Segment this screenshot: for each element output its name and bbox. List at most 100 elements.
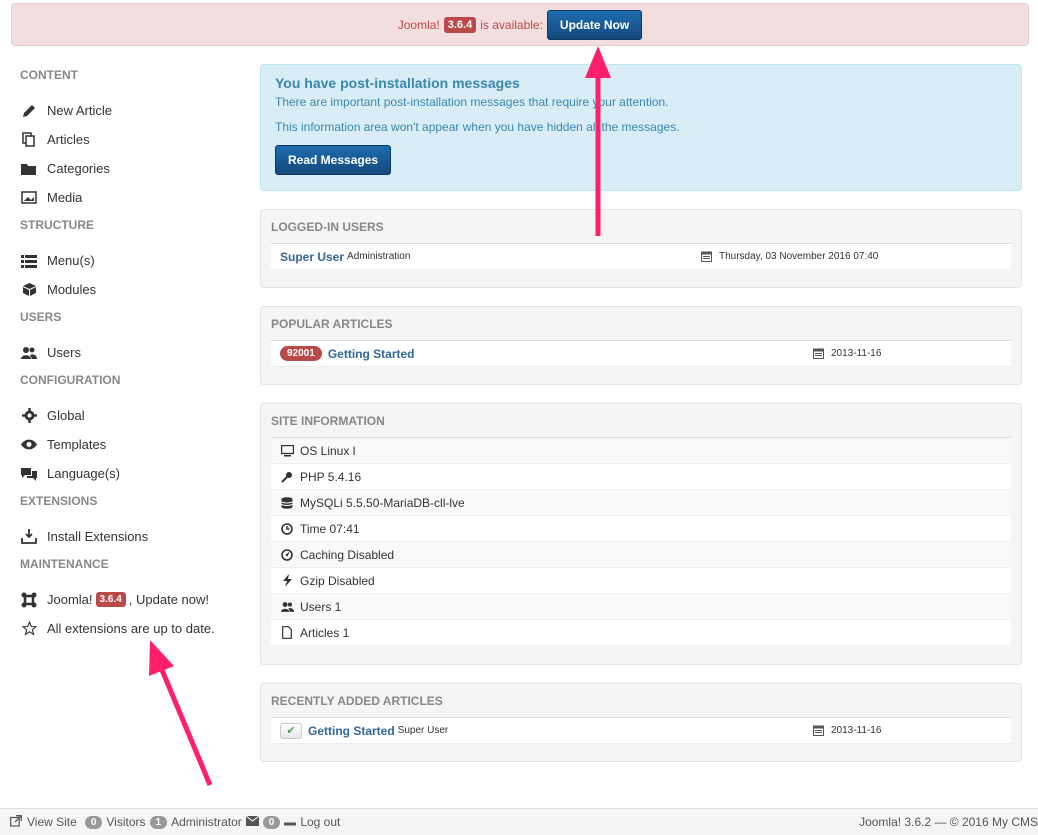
panel-title: LOGGED-IN USERS bbox=[271, 210, 1011, 244]
copyright-text: Joomla! 3.6.2 — © 2016 My CMS bbox=[859, 815, 1038, 829]
post-install-title: You have post-installation messages bbox=[275, 75, 520, 91]
file-icon bbox=[280, 626, 294, 639]
upload-icon bbox=[20, 529, 38, 545]
sidebar-item-menus[interactable]: Menu(s) bbox=[20, 246, 250, 275]
site-information-panel: SITE INFORMATION OS Linux l PHP 5.4.16 M… bbox=[260, 403, 1022, 665]
login-date-text: Thursday, 03 November 2016 07:40 bbox=[719, 251, 879, 262]
sidebar-item-label-after: , Update now! bbox=[128, 592, 209, 607]
site-info-text: Articles 1 bbox=[300, 625, 350, 640]
sidebar-item-label: Modules bbox=[47, 282, 97, 297]
comments-icon bbox=[20, 466, 38, 482]
admin-count-badge: 1 bbox=[149, 815, 168, 829]
sidebar-item-global[interactable]: Global bbox=[20, 401, 250, 430]
logout-link[interactable]: Log out bbox=[300, 815, 340, 829]
logged-in-users-panel: LOGGED-IN USERS Super User Administratio… bbox=[260, 209, 1022, 288]
view-site-link[interactable]: View Site bbox=[27, 815, 77, 829]
sidebar-item-categories[interactable]: Categories bbox=[20, 154, 250, 183]
nav-header-structure: STRUCTURE bbox=[20, 218, 94, 232]
article-link[interactable]: Getting Started bbox=[308, 724, 395, 738]
calendar-icon bbox=[811, 725, 825, 736]
sidebar-item-label: Articles bbox=[47, 132, 90, 147]
clock-icon bbox=[280, 522, 294, 535]
sidebar-item-label: Menu(s) bbox=[47, 253, 95, 268]
site-info-text: Time 07:41 bbox=[300, 521, 360, 536]
visitors-label: Visitors bbox=[106, 815, 146, 829]
update-available-bar: Joomla! 3.6.4 is available: Update Now bbox=[11, 3, 1029, 46]
sidebar-item-articles[interactable]: Articles bbox=[20, 125, 250, 154]
nav-header-content: CONTENT bbox=[20, 68, 78, 82]
list-item: OS Linux l bbox=[271, 438, 1011, 464]
nav-header-users: USERS bbox=[20, 310, 62, 324]
version-badge: 3.6.4 bbox=[443, 16, 477, 33]
sidebar-item-label: Users bbox=[47, 345, 81, 360]
nav-header-configuration: CONFIGURATION bbox=[20, 373, 121, 387]
article-date-text: 2013-11-16 bbox=[831, 725, 882, 736]
article-link[interactable]: Getting Started bbox=[328, 347, 415, 361]
dashboard-icon bbox=[280, 548, 294, 561]
user-role: Administration bbox=[347, 251, 411, 262]
users-icon bbox=[280, 601, 294, 613]
table-row: Super User Administration Thursday, 03 N… bbox=[271, 244, 1011, 270]
sidebar-item-label: All extensions are up to date. bbox=[47, 621, 215, 636]
folder-icon bbox=[20, 161, 38, 177]
users-icon bbox=[20, 345, 38, 361]
sidebar-item-label: Templates bbox=[47, 437, 107, 452]
sidebar-item-languages[interactable]: Language(s) bbox=[20, 459, 250, 488]
sidebar-item-install-extensions[interactable]: Install Extensions bbox=[20, 522, 250, 551]
joomla-icon bbox=[20, 592, 38, 608]
site-info-text: Caching Disabled bbox=[300, 547, 395, 562]
sidebar-item-new-article[interactable]: New Article bbox=[20, 96, 250, 125]
article-date-text: 2013-11-16 bbox=[831, 348, 882, 359]
published-check-icon[interactable]: ✔ bbox=[280, 722, 302, 739]
administrator-label: Administrator bbox=[171, 815, 242, 829]
user-link[interactable]: Super User bbox=[280, 250, 344, 264]
panel-title: SITE INFORMATION bbox=[271, 404, 1011, 438]
monitor-icon bbox=[280, 444, 294, 457]
site-info-text: Users 1 bbox=[300, 599, 342, 614]
main-content: You have post-installation messages Ther… bbox=[260, 64, 1022, 780]
lightning-icon bbox=[280, 574, 294, 587]
sidebar-item-joomla-update[interactable]: Joomla! 3.6.4 , Update now! bbox=[20, 585, 250, 614]
image-icon bbox=[20, 190, 38, 206]
version-badge: 3.6.4 bbox=[95, 592, 126, 607]
calendar-icon bbox=[811, 348, 825, 359]
sidebar-item-modules[interactable]: Modules bbox=[20, 275, 250, 304]
external-link-icon bbox=[10, 814, 22, 830]
visitors-count-badge: 0 bbox=[84, 815, 103, 829]
site-info-text: OS Linux l bbox=[300, 443, 356, 458]
cog-icon bbox=[20, 408, 38, 424]
sidebar-item-users[interactable]: Users bbox=[20, 338, 250, 367]
sidebar-item-label: Global bbox=[47, 408, 85, 423]
panel-title: POPULAR ARTICLES bbox=[271, 307, 1011, 341]
panel-title: RECENTLY ADDED ARTICLES bbox=[271, 684, 1011, 718]
read-messages-button[interactable]: Read Messages bbox=[275, 145, 392, 175]
cube-icon bbox=[20, 282, 38, 298]
sidebar-item-label: Categories bbox=[47, 161, 110, 176]
popular-articles-panel: POPULAR ARTICLES 92001 Getting Started 2… bbox=[260, 306, 1022, 385]
post-install-messages-alert: You have post-installation messages Ther… bbox=[260, 64, 1022, 191]
messages-count-badge[interactable]: 0 bbox=[262, 815, 281, 829]
list-item: Articles 1 bbox=[271, 620, 1011, 646]
article-author: Super User bbox=[397, 725, 449, 736]
sidebar: CONTENT New Article Articles Categories … bbox=[20, 62, 250, 643]
key-icon bbox=[280, 471, 294, 483]
pencil-icon bbox=[20, 103, 38, 119]
minus-icon bbox=[284, 815, 297, 829]
sidebar-item-extensions-status[interactable]: All extensions are up to date. bbox=[20, 614, 250, 643]
update-now-button[interactable]: Update Now bbox=[546, 9, 643, 40]
sidebar-item-templates[interactable]: Templates bbox=[20, 430, 250, 459]
calendar-icon bbox=[699, 251, 713, 262]
post-install-line2: This information area won't appear when … bbox=[275, 120, 680, 134]
hits-badge: 92001 bbox=[280, 346, 322, 361]
list-item: MySQLi 5.5.50-MariaDB-cll-lve bbox=[271, 490, 1011, 516]
sidebar-item-label: New Article bbox=[47, 103, 113, 118]
envelope-icon[interactable] bbox=[245, 815, 260, 829]
sidebar-item-label: Install Extensions bbox=[47, 529, 149, 544]
list-icon bbox=[20, 253, 38, 269]
sidebar-item-media[interactable]: Media bbox=[20, 183, 250, 212]
list-item: Caching Disabled bbox=[271, 542, 1011, 568]
eye-icon bbox=[20, 437, 38, 453]
sidebar-item-label: Media bbox=[47, 190, 83, 205]
list-item: Time 07:41 bbox=[271, 516, 1011, 542]
site-info-text: MySQLi 5.5.50-MariaDB-cll-lve bbox=[300, 495, 465, 510]
